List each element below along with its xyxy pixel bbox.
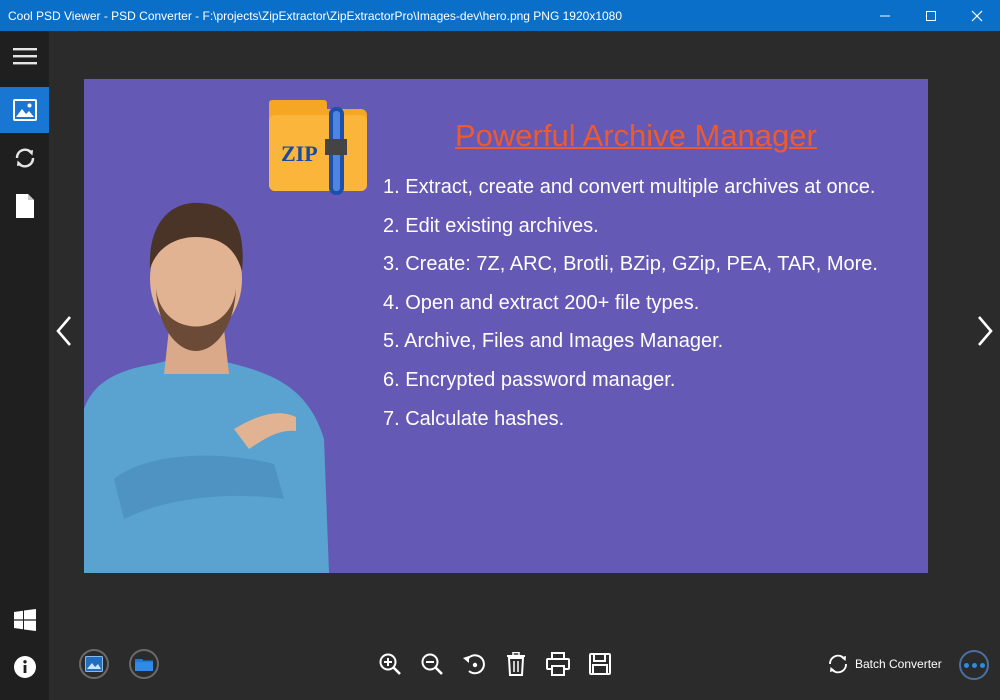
feature-item: 1. Extract, create and convert multiple … xyxy=(383,176,876,198)
minimize-button[interactable] xyxy=(862,0,908,31)
title-bar: Cool PSD Viewer - PSD Converter - F:\pro… xyxy=(0,0,1000,31)
more-options-button[interactable] xyxy=(959,650,989,680)
previous-image-button[interactable] xyxy=(50,313,78,349)
set-wallpaper-button[interactable] xyxy=(79,649,109,679)
more-dots-icon xyxy=(963,662,985,668)
windows-button[interactable] xyxy=(0,597,49,643)
maximize-button[interactable] xyxy=(908,0,954,31)
displayed-image: ZIP Powerful Archive Manager 1. Extract,… xyxy=(84,79,928,573)
maximize-icon xyxy=(926,10,936,21)
print-icon xyxy=(546,652,570,676)
rotate-button[interactable] xyxy=(458,648,490,680)
sidebar-item-viewer[interactable] xyxy=(0,87,49,133)
close-button[interactable] xyxy=(954,0,1000,31)
sidebar xyxy=(0,31,49,700)
minimize-icon xyxy=(880,15,890,16)
feature-item: 6. Encrypted password manager. xyxy=(383,368,676,391)
chevron-right-icon xyxy=(978,316,993,346)
windows-logo-icon xyxy=(13,609,36,631)
hamburger-menu-icon xyxy=(12,48,37,65)
info-button[interactable] xyxy=(0,644,49,690)
sidebar-item-converter[interactable] xyxy=(0,135,49,181)
close-icon xyxy=(971,10,983,21)
batch-converter-button[interactable]: Batch Converter xyxy=(826,652,942,676)
batch-convert-icon xyxy=(829,654,847,674)
convert-sync-icon xyxy=(15,148,34,168)
sidebar-item-documents[interactable] xyxy=(0,183,49,229)
delete-button[interactable] xyxy=(500,648,532,680)
zoom-in-button[interactable] xyxy=(374,648,406,680)
print-button[interactable] xyxy=(542,648,574,680)
zoom-out-button[interactable] xyxy=(416,648,448,680)
rotate-icon xyxy=(463,654,485,675)
feature-item: 5. Archive, Files and Images Manager. xyxy=(383,330,724,353)
menu-button[interactable] xyxy=(0,33,49,79)
window-title: Cool PSD Viewer - PSD Converter - F:\pro… xyxy=(8,9,623,23)
chevron-left-icon xyxy=(56,316,71,346)
save-icon xyxy=(589,653,611,675)
delete-icon xyxy=(507,652,525,676)
feature-item: 2. Edit existing archives. xyxy=(383,214,599,237)
app-window: Cool PSD Viewer - PSD Converter - F:\pro… xyxy=(0,0,1000,700)
image-icon xyxy=(12,99,37,121)
next-image-button[interactable] xyxy=(971,313,999,349)
feature-item: 4. Open and extract 200+ file types. xyxy=(383,291,700,314)
zoom-out-icon xyxy=(421,653,443,675)
open-folder-icon xyxy=(135,659,153,671)
person-illustration xyxy=(84,202,329,573)
batch-converter-label: Batch Converter xyxy=(855,657,942,671)
set-wallpaper-icon xyxy=(85,656,103,672)
feature-item: 7. Calculate hashes. xyxy=(383,407,565,430)
image-headline: Powerful Archive Manager xyxy=(455,118,817,153)
open-folder-button[interactable] xyxy=(129,649,159,679)
zip-logo-text: ZIP xyxy=(281,141,318,166)
document-icon xyxy=(15,194,34,218)
save-button[interactable] xyxy=(584,648,616,680)
feature-list: 1. Extract, create and convert multiple … xyxy=(383,177,878,447)
info-icon xyxy=(13,656,36,678)
feature-item: 3. Create: 7Z, ARC, Brotli, BZip, GZip, … xyxy=(383,253,878,276)
zoom-in-icon xyxy=(379,653,401,675)
